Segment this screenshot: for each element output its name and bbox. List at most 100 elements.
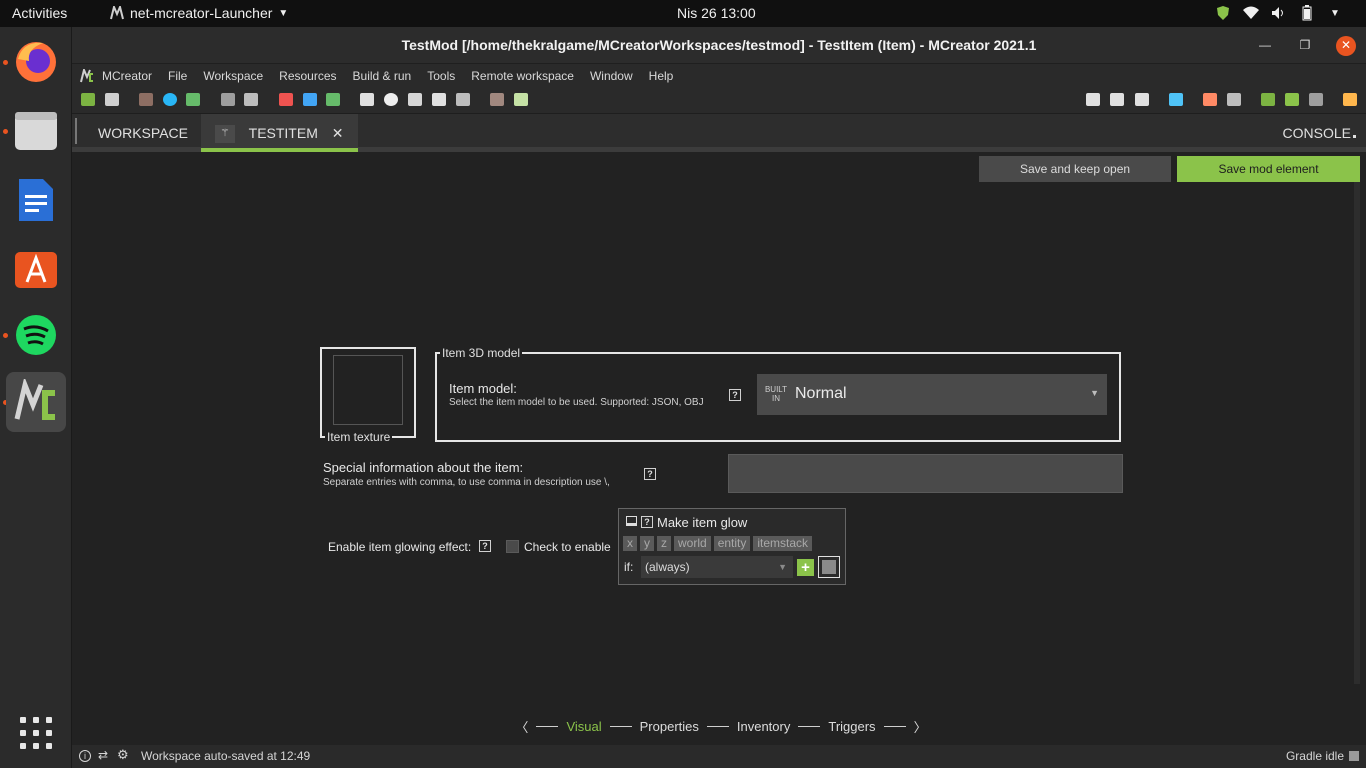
window-titlebar[interactable]: TestMod [/home/thekralgame/MCreatorWorks… — [72, 27, 1366, 64]
tab-workspace[interactable]: WORKSPACE — [84, 114, 202, 152]
tab-testitem[interactable]: ⚚ TESTITEM ✕ — [201, 114, 358, 152]
chevron-down-icon: ▼ — [778, 562, 787, 572]
hammer-icon[interactable] — [1227, 93, 1241, 106]
items-icon[interactable] — [303, 93, 317, 106]
build-icon[interactable] — [1203, 93, 1217, 106]
biomes-icon[interactable] — [326, 93, 340, 106]
condition-select[interactable]: (always) ▼ — [641, 556, 793, 578]
menu-workspace[interactable]: Workspace — [203, 69, 263, 83]
nav-divider — [609, 726, 632, 727]
writer-icon[interactable] — [6, 170, 66, 230]
tab-bar-grip[interactable] — [75, 118, 77, 144]
firefox-icon[interactable] — [6, 32, 66, 92]
export-icon[interactable] — [244, 93, 258, 106]
gui-icon[interactable] — [490, 93, 504, 106]
item-texture-slot[interactable] — [333, 355, 403, 425]
mcreator-icon[interactable] — [6, 372, 66, 432]
activities-button[interactable]: Activities — [12, 5, 67, 21]
close-tab-icon[interactable]: ✕ — [332, 125, 344, 141]
add-procedure-icon[interactable]: + — [797, 559, 814, 576]
info-icon[interactable]: i — [79, 750, 91, 762]
push-icon[interactable] — [1135, 93, 1149, 106]
chevron-down-icon: ▼ — [1090, 388, 1099, 398]
spotify-icon[interactable] — [6, 305, 66, 365]
export-mod-icon[interactable] — [1343, 93, 1357, 106]
page-visual[interactable]: Visual — [566, 719, 601, 734]
import-structure-icon[interactable] — [186, 93, 200, 106]
stop-gradle-icon[interactable] — [1349, 751, 1359, 761]
stop-icon[interactable] — [1309, 93, 1323, 106]
status-bar: i ⇄ ⚙ Workspace auto-saved at 12:49 Grad… — [72, 745, 1366, 768]
open-folder-icon[interactable] — [1169, 93, 1183, 106]
show-applications-icon[interactable] — [20, 717, 52, 749]
shield-icon[interactable] — [1214, 4, 1232, 22]
run-server-icon[interactable] — [1285, 93, 1299, 106]
console-tab[interactable]: CONSOLE — [1283, 114, 1356, 152]
sound-icon[interactable] — [384, 93, 398, 106]
clock[interactable]: Nis 26 13:00 — [677, 5, 756, 21]
menu-tools[interactable]: Tools — [427, 69, 455, 83]
save-keep-open-button[interactable]: Save and keep open — [979, 156, 1171, 182]
pencil-icon[interactable] — [514, 93, 528, 106]
system-tray[interactable]: ▼ — [1214, 4, 1344, 22]
tool-icon[interactable] — [408, 93, 422, 106]
help-icon[interactable]: ? — [641, 516, 653, 528]
menu-build-run[interactable]: Build & run — [353, 69, 412, 83]
minimize-icon[interactable]: — — [1256, 37, 1274, 55]
package-icon[interactable] — [456, 93, 470, 106]
git-icon[interactable] — [1086, 93, 1100, 106]
menu-mcreator[interactable]: MCreator — [102, 69, 152, 83]
page-properties[interactable]: Properties — [640, 719, 699, 734]
vertical-scrollbar[interactable] — [1354, 182, 1360, 684]
add-element-icon[interactable] — [81, 93, 95, 106]
mcreator-window: TestMod [/home/thekralgame/MCreatorWorks… — [72, 27, 1366, 768]
menu-resources[interactable]: Resources — [279, 69, 336, 83]
help-icon[interactable]: ? — [644, 468, 656, 480]
page-triggers[interactable]: Triggers — [828, 719, 875, 734]
files-icon[interactable] — [6, 101, 66, 161]
save-mod-element-button[interactable]: Save mod element — [1177, 156, 1360, 182]
mcreator-logo-icon — [80, 68, 93, 82]
chevron-down-icon[interactable]: ▼ — [1326, 4, 1344, 22]
menu-window[interactable]: Window — [590, 69, 633, 83]
image-editor-icon[interactable] — [105, 93, 119, 106]
gear-icon[interactable]: ⚙ — [117, 747, 129, 763]
wifi-icon[interactable] — [1242, 4, 1260, 22]
special-info-input[interactable] — [728, 454, 1123, 493]
plugin-icon[interactable] — [432, 93, 446, 106]
run-client-icon[interactable] — [1261, 93, 1275, 106]
special-info-hint: Separate entries with comma, to use comm… — [323, 477, 610, 488]
glow-checkbox-label[interactable]: Check to enable — [524, 540, 611, 554]
procedure-title: Make item glow — [657, 515, 748, 530]
close-icon[interactable]: ✕ — [1336, 35, 1356, 56]
item-texture-box[interactable] — [320, 347, 416, 438]
import-texture-icon[interactable] — [139, 93, 153, 106]
item-model-select[interactable]: BUILT IN Normal ▼ — [757, 374, 1107, 415]
battery-icon[interactable] — [1298, 4, 1316, 22]
window-title: TestMod [/home/thekralgame/MCreatorWorks… — [401, 37, 1037, 53]
menu-help[interactable]: Help — [649, 69, 674, 83]
pull-icon[interactable] — [1110, 93, 1124, 106]
help-icon[interactable]: ? — [729, 389, 741, 401]
built-in-badge: BUILT IN — [764, 385, 788, 403]
maximize-icon[interactable]: ❐ — [1296, 37, 1314, 55]
glow-checkbox[interactable] — [506, 540, 519, 553]
page-inventory[interactable]: Inventory — [737, 719, 790, 734]
menu-remote-workspace[interactable]: Remote workspace — [471, 69, 574, 83]
import-model-icon[interactable] — [221, 93, 235, 106]
import-sound-icon[interactable] — [163, 93, 177, 106]
nav-divider — [883, 726, 906, 727]
console-dot — [1353, 135, 1356, 138]
sync-icon[interactable]: ⇄ — [98, 748, 108, 762]
app-menu[interactable]: net-mcreator-Launcher ▼ — [110, 5, 288, 21]
menu-file[interactable]: File — [168, 69, 187, 83]
chevron-left-icon[interactable]: 〈 — [515, 717, 528, 736]
chevron-right-icon[interactable]: 〉 — [914, 717, 927, 736]
blocks-icon[interactable] — [279, 93, 293, 106]
mcreator-app-icon — [110, 6, 124, 20]
volume-icon[interactable] — [1270, 4, 1288, 22]
edit-procedure-icon[interactable] — [818, 556, 840, 578]
software-center-icon[interactable] — [6, 237, 66, 297]
procedure-icon[interactable] — [360, 93, 374, 106]
help-icon[interactable]: ? — [479, 540, 491, 552]
